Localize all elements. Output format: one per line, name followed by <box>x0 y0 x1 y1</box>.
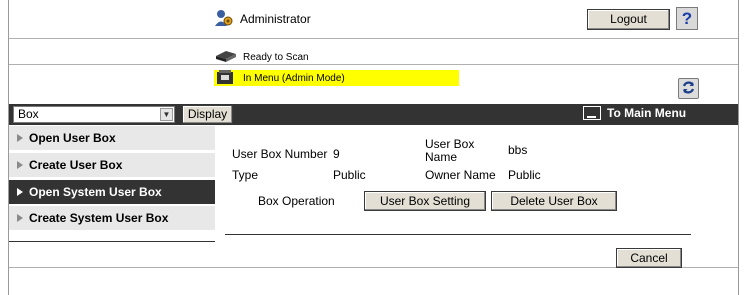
box-operation-label: Box Operation <box>258 194 335 208</box>
device-status-mode: In Menu (Admin Mode) <box>214 69 459 88</box>
display-button[interactable]: Display <box>182 105 233 124</box>
sidebar-item-label: Open System User Box <box>29 185 162 199</box>
type-label: Type <box>232 168 259 182</box>
main-menu-icon <box>583 106 601 120</box>
delete-user-box-button[interactable]: Delete User Box <box>491 191 617 211</box>
owner-name-value: Public <box>508 168 541 182</box>
device-status-ready: Ready to Scan <box>214 48 309 67</box>
cancel-button[interactable]: Cancel <box>616 248 682 268</box>
sidebar-item-label: Open User Box <box>29 131 116 145</box>
owner-name-label: Owner Name <box>425 168 496 182</box>
box-name-label-line2: Name <box>425 150 458 164</box>
user-box-setting-button[interactable]: User Box Setting <box>364 191 486 211</box>
main-menu-label: To Main Menu <box>607 106 687 120</box>
copier-icon <box>214 69 238 88</box>
sidebar-divider <box>9 241 215 242</box>
administrator-icon <box>214 8 234 31</box>
triangle-right-icon <box>17 188 23 196</box>
triangle-right-icon <box>17 161 23 169</box>
help-button[interactable]: ? <box>676 7 698 30</box>
sidebar-item-create-user-box[interactable]: Create User Box <box>9 153 215 178</box>
triangle-right-icon <box>17 134 23 142</box>
user-info: Administrator <box>214 8 311 30</box>
chevron-down-icon[interactable]: ▼ <box>160 108 173 121</box>
status-mode-text: In Menu (Admin Mode) <box>243 72 345 84</box>
logout-button[interactable]: Logout <box>587 9 670 30</box>
sidebar-item-create-system-user-box[interactable]: Create System User Box <box>9 206 215 231</box>
box-number-label: User Box Number <box>232 147 328 161</box>
sidebar-item-label: Create System User Box <box>29 211 169 225</box>
refresh-button[interactable] <box>678 78 699 99</box>
box-name-label-line1: User Box <box>425 137 475 151</box>
to-main-menu-link[interactable]: To Main Menu <box>583 106 686 120</box>
scanner-icon <box>214 48 238 67</box>
type-value: Public <box>333 168 366 182</box>
refresh-icon <box>681 80 696 98</box>
mode-select[interactable]: Box ▼ <box>13 106 175 123</box>
user-label: Administrator <box>240 12 311 26</box>
divider-top <box>9 38 738 39</box>
box-number-value: 9 <box>333 147 340 161</box>
content-divider <box>225 234 691 235</box>
divider-status <box>9 64 738 65</box>
mode-select-value: Box <box>18 107 39 121</box>
sidebar-item-label: Create User Box <box>29 158 123 172</box>
sidebar-item-open-system-user-box[interactable]: Open System User Box <box>9 180 215 205</box>
box-name-value: bbs <box>508 143 528 157</box>
triangle-right-icon <box>17 214 23 222</box>
status-ready-text: Ready to Scan <box>243 52 309 63</box>
sidebar-item-open-user-box[interactable]: Open User Box <box>9 126 215 151</box>
